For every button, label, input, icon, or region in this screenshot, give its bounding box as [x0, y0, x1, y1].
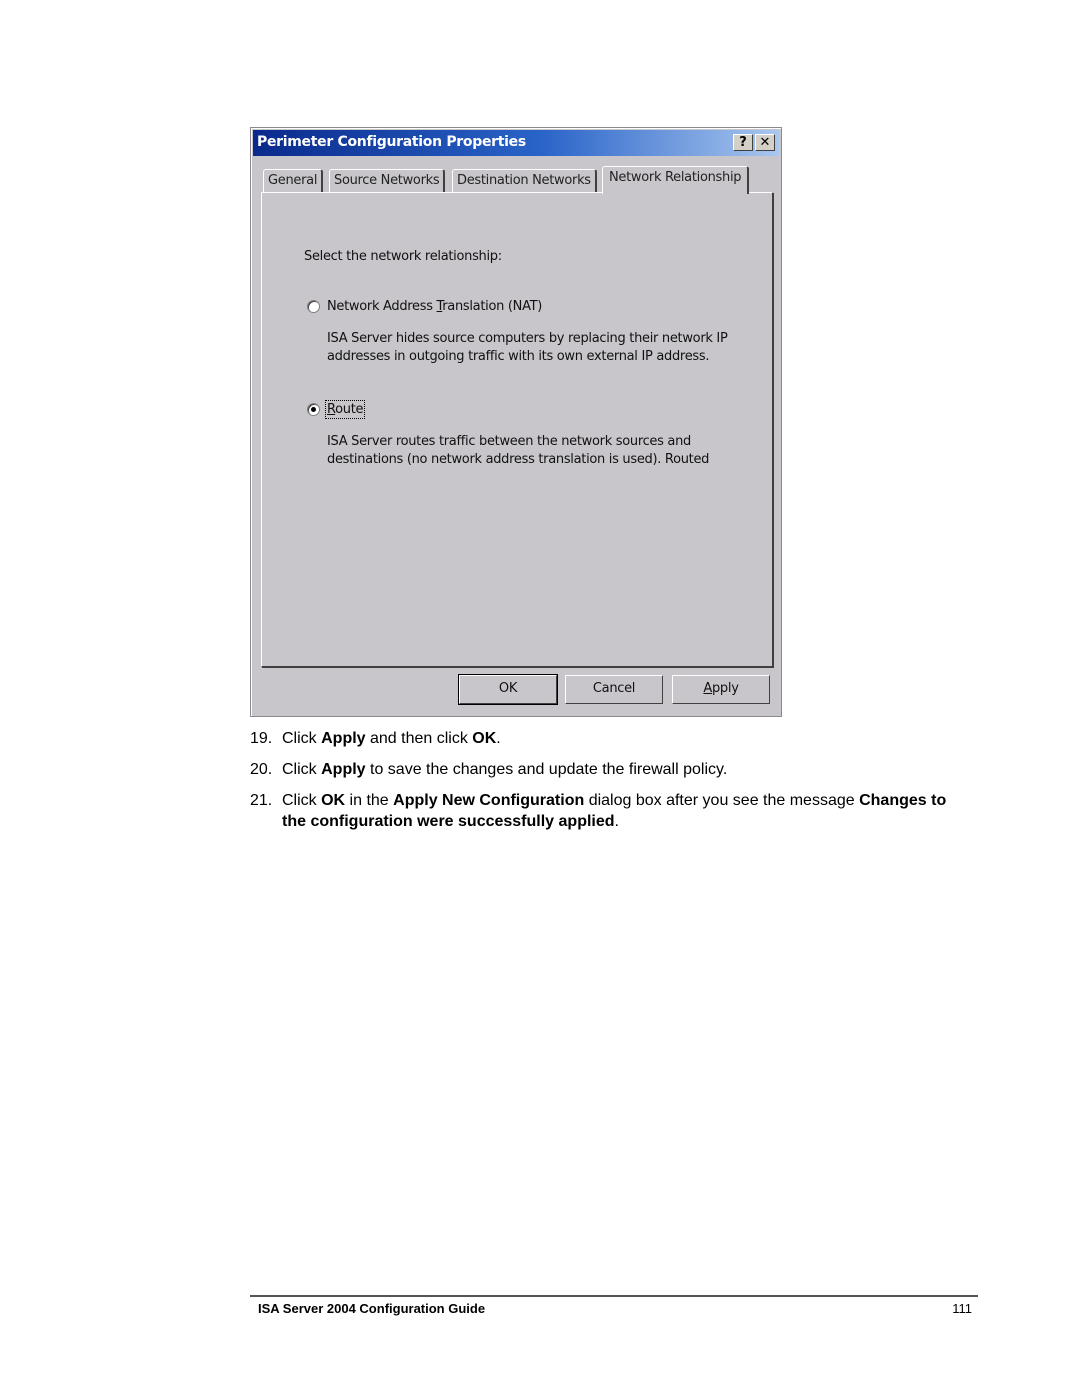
- apply-label-rest: pply: [711, 681, 739, 696]
- apply-button[interactable]: Apply: [672, 675, 770, 704]
- step-number: 19.: [250, 730, 273, 747]
- route-radio-label[interactable]: Route: [324, 400, 366, 419]
- footer-divider: [250, 1295, 978, 1297]
- radio-selected-dot: [311, 407, 316, 412]
- text-run: Click: [282, 730, 322, 747]
- perimeter-configuration-dialog: Perimeter Configuration Properties ? ✕ G…: [250, 127, 782, 717]
- step-19: 19. Click Apply and then click OK.: [250, 728, 972, 749]
- nat-label-pre: Network Address: [327, 299, 437, 314]
- step-text: Click OK in the Apply New Configuration …: [282, 792, 946, 830]
- text-run: in the: [345, 792, 394, 809]
- step-21: 21. Click OK in the Apply New Configurat…: [250, 790, 972, 832]
- dialog-title: Perimeter Configuration Properties: [257, 134, 526, 150]
- apply-accelerator: A: [703, 681, 712, 696]
- nat-radio[interactable]: [307, 300, 320, 313]
- route-radio[interactable]: [307, 403, 320, 416]
- page-number: 111: [952, 1301, 972, 1316]
- tab-general[interactable]: General: [263, 169, 324, 192]
- nat-label-post: ranslation (NAT): [442, 299, 543, 314]
- route-description: ISA Server routes traffic between the ne…: [327, 434, 710, 467]
- route-label-accelerator: R: [327, 402, 336, 417]
- step-text: Click Apply and then click OK.: [282, 730, 501, 747]
- close-button[interactable]: ✕: [755, 134, 775, 151]
- text-run: dialog box after you see the message: [584, 792, 860, 809]
- tab-source-networks[interactable]: Source Networks: [329, 169, 446, 192]
- tab-destination-networks[interactable]: Destination Networks: [452, 169, 597, 192]
- help-icon: ?: [739, 135, 747, 150]
- step-20: 20. Click Apply to save the changes and …: [250, 759, 972, 780]
- text-run: .: [496, 730, 501, 747]
- tab-panel-network-relationship: Select the network relationship: Network…: [261, 192, 773, 667]
- step-number: 20.: [250, 761, 273, 778]
- bold-run: OK: [472, 730, 497, 747]
- step-number: 21.: [250, 792, 273, 809]
- bold-run: OK: [321, 792, 346, 809]
- ok-button[interactable]: OK: [458, 674, 558, 705]
- bold-run: Apply New Configuration: [393, 792, 585, 809]
- route-label-post: oute: [335, 402, 364, 417]
- text-run: to save the changes and update the firew…: [365, 761, 728, 778]
- bold-run: Apply: [321, 761, 366, 778]
- nat-radio-label[interactable]: Network Address Translation (NAT): [327, 299, 542, 314]
- text-run: and then click: [365, 730, 473, 747]
- bold-run: Apply: [321, 730, 366, 747]
- text-run: Click: [282, 761, 322, 778]
- close-icon: ✕: [759, 135, 771, 150]
- tab-network-relationship[interactable]: Network Relationship: [602, 166, 750, 194]
- relationship-prompt: Select the network relationship:: [304, 249, 502, 264]
- instruction-steps: 19. Click Apply and then click OK. 20. C…: [250, 728, 972, 842]
- help-button[interactable]: ?: [733, 134, 753, 151]
- text-run: Click: [282, 792, 322, 809]
- step-text: Click Apply to save the changes and upda…: [282, 761, 727, 778]
- nat-description: ISA Server hides source computers by rep…: [327, 331, 728, 364]
- dialog-titlebar[interactable]: Perimeter Configuration Properties ? ✕: [253, 130, 779, 156]
- cancel-button[interactable]: Cancel: [565, 675, 663, 704]
- footer-title: ISA Server 2004 Configuration Guide: [258, 1301, 486, 1316]
- text-run: .: [614, 813, 619, 830]
